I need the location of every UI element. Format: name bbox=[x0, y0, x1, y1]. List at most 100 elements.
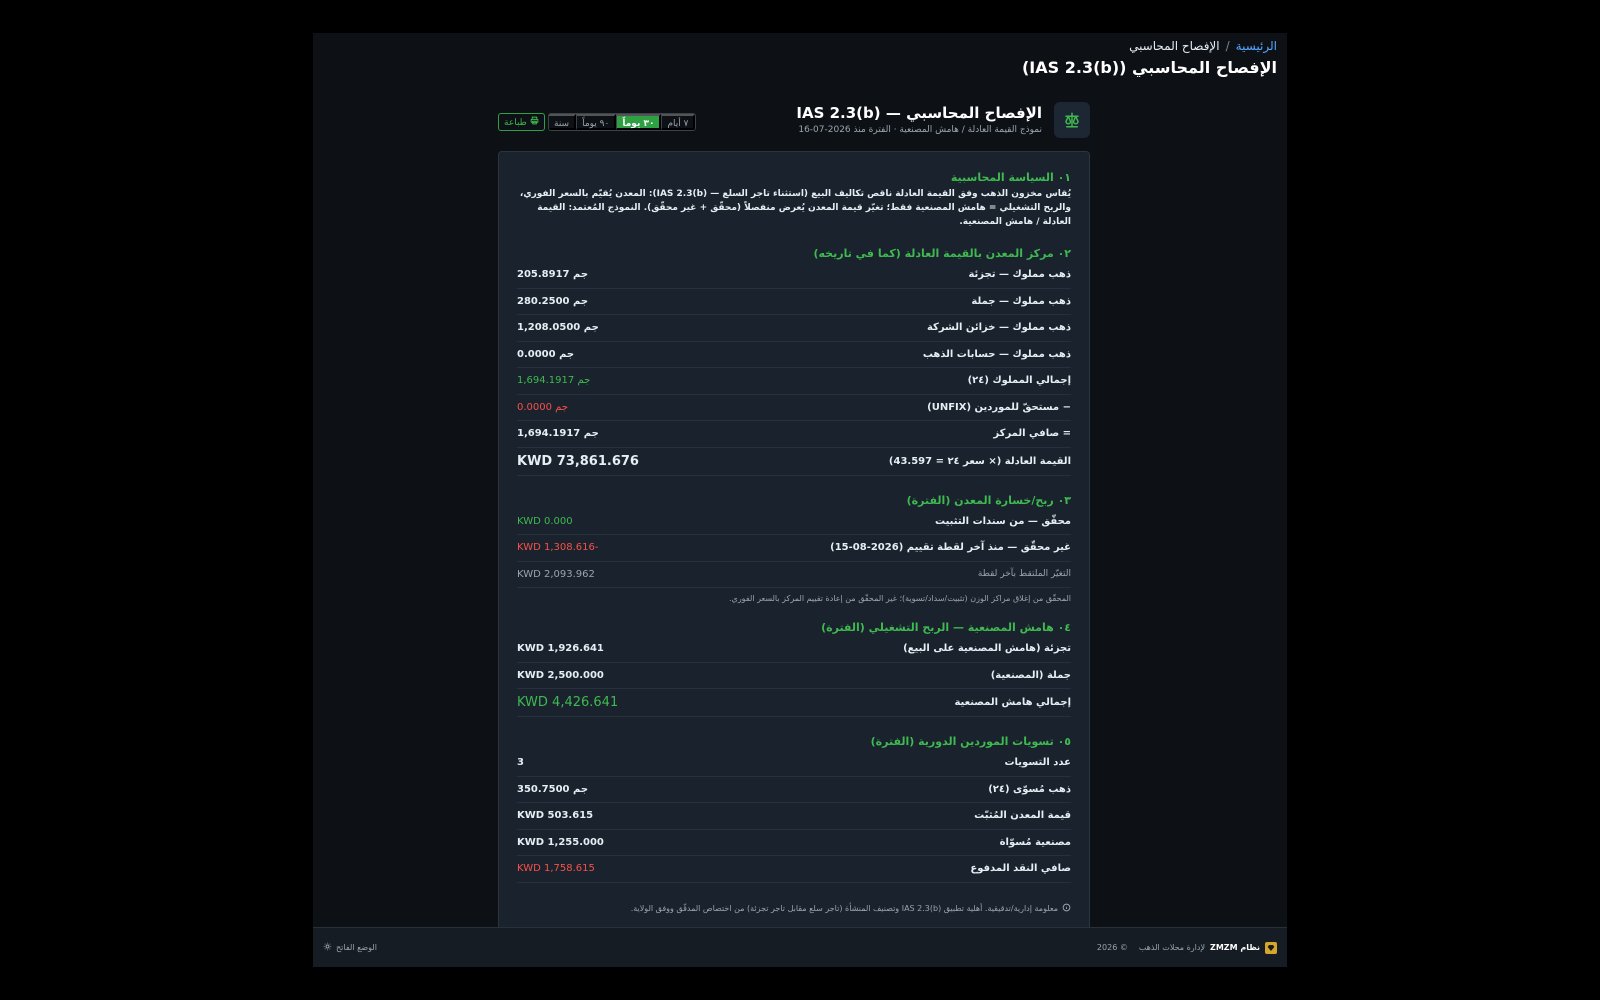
table-row: غير محقّق — منذ آخر لقطة تقييم (2026-08-… bbox=[517, 535, 1071, 562]
period-selector: ٧ أيام ٣٠ يوماً ٩٠ يوماً سنة bbox=[548, 113, 697, 131]
row-value: 0.0000 جم bbox=[517, 401, 569, 413]
footer: نظام ZMZM لإدارة محلات الذهب © 2026 الوض… bbox=[313, 927, 1287, 967]
page-header: الرئيسية / الإفصاح المحاسبي الإفصاح المحاس… bbox=[323, 39, 1277, 77]
section-title: ٠٣ ربح/خسارة المعدن (الفترة) bbox=[906, 493, 1071, 507]
row-value: KWD 2,093.962 bbox=[517, 568, 595, 580]
period-7-days-button[interactable]: ٧ أيام bbox=[661, 114, 696, 130]
row-value: 1,208.0500 جم bbox=[517, 322, 599, 334]
table-row: = صافي المركز 1,694.1917 جم bbox=[517, 421, 1071, 448]
disclosure-card: ٠١ السياسة المحاسبية يُقاس مخزون الذهب و… bbox=[498, 151, 1090, 931]
row-value: 280.2500 جم bbox=[517, 295, 589, 307]
table-row: قيمة المعدن المُثبّت KWD 503.615 bbox=[517, 803, 1071, 830]
row-label: القيمة العادلة (× سعر ٢٤ = 43.597) bbox=[888, 455, 1071, 467]
row-value: 0.0000 جم bbox=[517, 348, 575, 360]
row-label: إجمالي المملوك (٢٤) bbox=[967, 375, 1071, 387]
row-label: غير محقّق — منذ آخر لقطة تقييم (2026-08-… bbox=[830, 542, 1071, 554]
row-value: KWD 0.000 bbox=[517, 515, 573, 527]
table-row: عدد التسويات 3 bbox=[517, 750, 1071, 777]
table-row: ذهب مملوك — جملة 280.2500 جم bbox=[517, 289, 1071, 315]
section-note: المحقّق من إغلاق مراكز الوزن (تثبيت/سداد… bbox=[729, 594, 1071, 603]
period-year-button[interactable]: سنة bbox=[549, 114, 577, 130]
row-value: KWD 1,758.615 bbox=[517, 863, 595, 875]
section-title: ٠١ السياسة المحاسبية bbox=[950, 171, 1071, 184]
breadcrumb: الرئيسية / الإفصاح المحاسبي bbox=[323, 39, 1277, 55]
brand-name: نظام ZMZM bbox=[1210, 943, 1260, 952]
row-value: KWD 2,500.000 bbox=[517, 669, 604, 681]
table-row: مصنعية مُسوّاة KWD 1,255.000 bbox=[517, 830, 1071, 856]
row-value: KWD 1,308.616- bbox=[517, 542, 599, 554]
row-value: KWD 73,861.676 bbox=[517, 453, 639, 469]
table-row: ذهب مملوك — خزائن الشركة 1,208.0500 جم bbox=[517, 315, 1071, 342]
report-subtitle: نموذج القيمة العادلة / هامش المصنعية · ا… bbox=[798, 125, 1042, 135]
breadcrumb-home-link[interactable]: الرئيسية bbox=[1236, 39, 1277, 53]
print-button-label: طباعة bbox=[504, 117, 527, 127]
breadcrumb-current: الإفصاح المحاسبي bbox=[1129, 39, 1220, 53]
report-title-block: الإفصاح المحاسبي — IAS 2.3(b) نموذج القي… bbox=[796, 104, 1042, 135]
breadcrumb-separator: / bbox=[1225, 39, 1230, 53]
scale-icon bbox=[1054, 102, 1090, 138]
row-label: صافي النقد المدفوع bbox=[970, 863, 1071, 875]
table-row: القيمة العادلة (× سعر ٢٤ = 43.597) KWD 73… bbox=[517, 448, 1071, 476]
table-row: جملة (المصنعية) KWD 2,500.000 bbox=[517, 663, 1071, 689]
row-value: KWD 503.615 bbox=[517, 810, 594, 822]
row-label: التغيّر الملتقط بآخر لقطة bbox=[977, 569, 1071, 580]
row-label: = صافي المركز bbox=[993, 428, 1071, 440]
section-title: ٠٥ تسويات الموردين الدورية (الفترة) bbox=[870, 735, 1071, 748]
row-label: − مستحقّ للموردين (UNFIX) bbox=[927, 401, 1071, 413]
diamond-icon bbox=[1265, 941, 1277, 954]
report-title: الإفصاح المحاسبي — IAS 2.3(b) bbox=[796, 104, 1042, 122]
report-header: الإفصاح المحاسبي — IAS 2.3(b) نموذج القي… bbox=[498, 102, 1090, 140]
printer-icon bbox=[530, 114, 539, 130]
theme-toggle-label: الوضع الفاتح bbox=[336, 943, 377, 952]
row-label: ذهب مُسوّى (٢٤) bbox=[988, 783, 1071, 795]
table-row: إجمالي المملوك (٢٤) 1,694.1917 جم bbox=[517, 368, 1071, 395]
row-label: ذهب مملوك — خزائن الشركة bbox=[926, 322, 1071, 334]
row-label: تجزئة (هامش المصنعية على البيع) bbox=[903, 643, 1071, 655]
table-row: ذهب مملوك — حسابات الذهب 0.0000 جم bbox=[517, 342, 1071, 368]
theme-toggle-button[interactable]: الوضع الفاتح bbox=[323, 942, 377, 953]
footer-brand: نظام ZMZM لإدارة محلات الذهب © 2026 bbox=[1097, 941, 1277, 954]
row-label: عدد التسويات bbox=[1004, 757, 1072, 769]
table-row: ذهب مُسوّى (٢٤) 350.7500 جم bbox=[517, 777, 1071, 803]
period-30-days-button[interactable]: ٣٠ يوماً bbox=[616, 114, 662, 130]
row-value: 3 bbox=[517, 757, 524, 769]
audit-footnote: معلومة إدارية/تدقيقية. أهلية تطبيق IAS 2… bbox=[517, 903, 1071, 914]
row-label: إجمالي هامش المصنعية bbox=[954, 697, 1071, 708]
row-label: مصنعية مُسوّاة bbox=[999, 836, 1071, 848]
row-label: جملة (المصنعية) bbox=[990, 669, 1071, 681]
brand-description: لإدارة محلات الذهب bbox=[1138, 943, 1206, 952]
section-title: ٠٢ مركز المعدن بالقيمة العادلة (كما في ت… bbox=[813, 247, 1071, 260]
print-button[interactable]: طباعة bbox=[498, 113, 545, 131]
row-label: ذهب مملوك — تجزئة bbox=[968, 269, 1071, 281]
row-label: قيمة المعدن المُثبّت bbox=[974, 810, 1071, 822]
section-metal-pnl: ٠٣ ربح/خسارة المعدن (الفترة) محقّق — من … bbox=[517, 493, 1071, 603]
period-90-days-button[interactable]: ٩٠ يوماً bbox=[576, 114, 617, 130]
section-metal-position: ٠٢ مركز المعدن بالقيمة العادلة (كما في ت… bbox=[517, 247, 1071, 476]
sun-icon bbox=[323, 942, 332, 953]
row-value: 350.7500 جم bbox=[517, 783, 589, 795]
row-value: KWD 1,926.641 bbox=[517, 643, 604, 655]
row-label: ذهب مملوك — جملة bbox=[971, 295, 1071, 307]
table-row: محقّق — من سندات التثبيت KWD 0.000 bbox=[517, 509, 1071, 535]
row-label: ذهب مملوك — حسابات الذهب bbox=[922, 348, 1071, 360]
section-title: ٠٤ هامش المصنعية — الربح التشغيلي (الفتر… bbox=[821, 621, 1071, 634]
table-row: صافي النقد المدفوع KWD 1,758.615 bbox=[517, 856, 1071, 883]
app-window: الرئيسية / الإفصاح المحاسبي الإفصاح المحاس… bbox=[313, 33, 1287, 967]
table-row: ذهب مملوك — تجزئة 205.8917 جم bbox=[517, 262, 1071, 289]
page-title: الإفصاح المحاسبي (IAS 2.3(b)) bbox=[1021, 58, 1277, 77]
table-row: إجمالي هامش المصنعية KWD 4,426.641 bbox=[517, 689, 1071, 717]
row-value: 1,694.1917 جم bbox=[517, 428, 599, 440]
section-accounting-policy: ٠١ السياسة المحاسبية يُقاس مخزون الذهب و… bbox=[517, 171, 1071, 229]
row-value: KWD 4,426.641 bbox=[517, 695, 619, 710]
row-value: 205.8917 جم bbox=[517, 269, 589, 281]
table-row: التغيّر الملتقط بآخر لقطة KWD 2,093.962 bbox=[517, 562, 1071, 588]
policy-text: يُقاس مخزون الذهب وفق القيمة العادلة ناق… bbox=[519, 189, 1071, 227]
row-label: محقّق — من سندات التثبيت bbox=[935, 515, 1071, 527]
section-making-margin: ٠٤ هامش المصنعية — الربح التشغيلي (الفتر… bbox=[517, 621, 1071, 717]
section-supplier-settlements: ٠٥ تسويات الموردين الدورية (الفترة) عدد … bbox=[517, 735, 1071, 883]
row-value: 1,694.1917 جم bbox=[517, 375, 591, 387]
footnote-text: معلومة إدارية/تدقيقية. أهلية تطبيق IAS 2… bbox=[630, 903, 1058, 913]
table-row: تجزئة (هامش المصنعية على البيع) KWD 1,926… bbox=[517, 636, 1071, 663]
row-value: KWD 1,255.000 bbox=[517, 836, 604, 848]
table-row: − مستحقّ للموردين (UNFIX) 0.0000 جم bbox=[517, 395, 1071, 421]
